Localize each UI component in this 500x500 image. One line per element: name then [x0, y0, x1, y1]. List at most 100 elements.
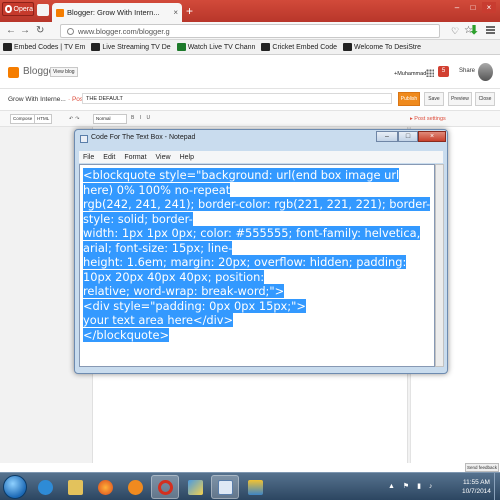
taskbar-clock[interactable]: 11:55 AM 10/7/2014: [462, 478, 491, 496]
notepad-maximize-button[interactable]: □: [398, 131, 418, 142]
taskbar-app-opera[interactable]: [151, 475, 179, 499]
code-line: <div style="padding: 0px 0px 15px;">: [83, 298, 306, 313]
close-window-button[interactable]: ×: [482, 2, 496, 13]
preview-button[interactable]: Preview: [448, 92, 472, 106]
clock-date: 10/7/2014: [462, 488, 491, 495]
font-size-select[interactable]: Normal: [93, 114, 127, 124]
ie-icon: [37, 479, 53, 495]
opera-logo-icon: [5, 5, 12, 13]
back-icon[interactable]: ←: [6, 25, 16, 36]
post-title-input[interactable]: [82, 93, 392, 104]
firefox-icon: [97, 479, 113, 495]
save-button[interactable]: Save: [424, 92, 444, 106]
share-button[interactable]: Share: [459, 68, 475, 74]
send-feedback-button[interactable]: Send feedback: [465, 463, 499, 472]
opera-menu-label: Opera: [13, 5, 33, 13]
undo-redo-icon[interactable]: ↶↷: [69, 116, 81, 122]
blogger-logo-icon: [8, 67, 19, 78]
bookmark-item[interactable]: Cricket Embed Code: [261, 43, 337, 51]
apps-grid-icon[interactable]: [426, 69, 434, 77]
menu-help[interactable]: Help: [180, 154, 194, 161]
notepad-text-area[interactable]: <blockquote style="background: url(end b…: [79, 164, 435, 367]
view-blog-button[interactable]: View blog: [50, 67, 78, 77]
code-line: your text area here</div>: [83, 313, 234, 327]
system-tray-icons[interactable]: ▲ ⚑ ▮ ♪: [388, 482, 435, 490]
taskbar-app-paint[interactable]: [181, 475, 209, 499]
bookmark-item[interactable]: Live Streaming TV De: [91, 43, 171, 51]
taskbar-app-firefox[interactable]: [91, 475, 119, 499]
windows-taskbar: ▲ ⚑ ▮ ♪ 11:55 AM 10/7/2014: [0, 472, 500, 500]
taskbar-app-paint-program[interactable]: [241, 475, 269, 499]
code-line: <blockquote style="background: url(end b…: [83, 168, 400, 197]
bookmark-item[interactable]: Welcome To DesiStre: [343, 43, 421, 51]
show-desktop-button[interactable]: [494, 473, 500, 500]
heart-icon[interactable]: ♡: [451, 26, 459, 37]
user-name-link[interactable]: +Muhammad: [394, 71, 426, 77]
notepad-app-icon: [217, 479, 233, 495]
forward-icon[interactable]: →: [20, 25, 30, 36]
code-line: </blockquote>: [83, 327, 170, 342]
tab-title: Blogger: Grow With Intern...: [67, 8, 160, 17]
bookmark-icon: [3, 43, 12, 51]
start-button[interactable]: [3, 475, 27, 499]
editor-toolbar: Compose HTML ↶↷ Normal B I U ▸ Post sett…: [0, 111, 500, 127]
notepad-minimize-button[interactable]: –: [376, 131, 398, 142]
tab-blogger[interactable]: Blogger: Grow With Intern... ×: [52, 3, 182, 22]
globe-icon: [67, 27, 74, 35]
opera-menu-button[interactable]: Opera: [2, 2, 34, 16]
notepad-scrollbar[interactable]: [435, 164, 444, 367]
menu-edit[interactable]: Edit: [103, 154, 115, 161]
reload-icon[interactable]: ↻: [36, 25, 44, 36]
avatar[interactable]: [478, 63, 493, 81]
notepad-icon: [80, 135, 88, 143]
notification-badge[interactable]: 5: [438, 66, 449, 77]
bookmark-icon: [343, 43, 352, 51]
tab-compose[interactable]: Compose: [10, 114, 36, 124]
tv-icon: [176, 43, 186, 51]
url-field[interactable]: www.blogger.com/blogger.g: [60, 24, 440, 38]
opera-icon: [157, 479, 173, 495]
clock-time: 11:55 AM: [462, 479, 490, 486]
taskbar-app-notepad[interactable]: [211, 475, 239, 499]
paint-icon: [187, 479, 203, 495]
bookmark-item[interactable]: Watch Live TV Chann: [176, 43, 256, 51]
formatting-icons[interactable]: B I U: [131, 115, 152, 121]
post-settings-link[interactable]: ▸ Post settings: [410, 116, 446, 122]
url-text: www.blogger.com/blogger.g: [78, 26, 170, 36]
code-line: width: 1px 1px 0px; color: #555555; font…: [83, 226, 421, 255]
menu-format[interactable]: Format: [124, 154, 146, 161]
bookmark-label: Live Streaming TV De: [102, 43, 171, 51]
minimize-button[interactable]: –: [450, 2, 464, 13]
post-title-row: Grow With Interne... · Post Publish Save…: [0, 89, 500, 111]
publish-button[interactable]: Publish: [398, 92, 420, 106]
bookmark-label: Welcome To DesiStre: [354, 43, 422, 51]
bookmark-icon: [91, 43, 101, 51]
notepad-window: Code For The Text Box - Notepad – □ × Fi…: [74, 129, 448, 374]
taskbar-app-media-player[interactable]: [121, 475, 149, 499]
bookmark-item[interactable]: Embed Codes | TV Em: [3, 43, 85, 51]
new-tab-button[interactable]: +: [186, 4, 193, 18]
menu-view[interactable]: View: [156, 154, 171, 161]
tab-html[interactable]: HTML: [34, 114, 53, 124]
blogger-favicon-icon: [56, 8, 64, 17]
notepad-title: Code For The Text Box - Notepad: [91, 134, 196, 141]
tab-close-icon[interactable]: ×: [173, 8, 178, 17]
menu-file[interactable]: File: [83, 154, 94, 161]
address-bar-row: ← → ↻ www.blogger.com/blogger.g ♡ ☆ ⬇: [0, 22, 500, 40]
maximize-button[interactable]: □: [466, 2, 480, 13]
download-icon[interactable]: ⬇: [469, 23, 479, 37]
bookmark-label: Watch Live TV Chann: [187, 43, 256, 51]
taskbar-app-file-manager[interactable]: [61, 475, 89, 499]
notepad-close-button[interactable]: ×: [418, 131, 446, 142]
bookmark-icon: [261, 43, 271, 51]
blogger-header: Blogger View blog +Muhammad 5 Share: [0, 55, 500, 89]
blog-name: Grow With Interne...: [8, 96, 66, 103]
bookmark-label: Cricket Embed Code: [272, 43, 337, 51]
taskbar-app-explorer[interactable]: [31, 475, 59, 499]
menu-icon[interactable]: [486, 26, 495, 34]
speed-dial-tab[interactable]: [37, 4, 49, 16]
code-line: height: 1.6em; margin: 20px; overflow: h…: [83, 255, 407, 284]
close-button[interactable]: Close: [475, 92, 495, 106]
bookmarks-bar: Embed Codes | TV Em Live Streaming TV De…: [0, 40, 500, 55]
browser-tab-strip: Opera Blogger: Grow With Intern... × + –…: [0, 0, 500, 22]
